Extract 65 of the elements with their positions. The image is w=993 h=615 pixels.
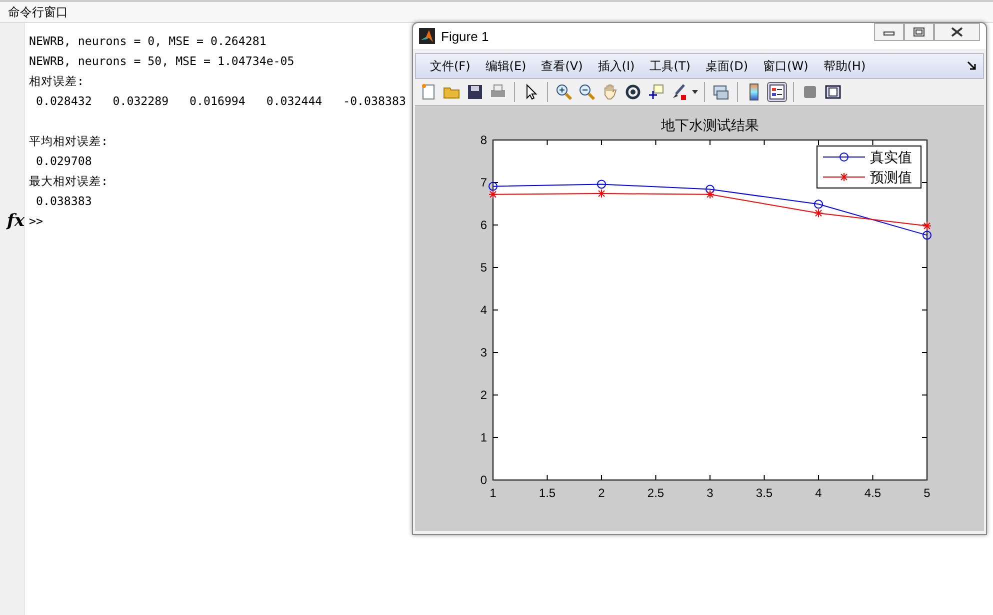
zoom-out-button[interactable] bbox=[577, 82, 597, 102]
circle-marker bbox=[488, 182, 498, 191]
function-icon[interactable]: fx bbox=[7, 211, 24, 231]
output-line: 平均相对误差: bbox=[29, 134, 108, 148]
chart-title: 地下水测试结果 bbox=[661, 117, 759, 133]
menu-item[interactable]: 工具(T) bbox=[644, 58, 700, 74]
output-line: 0.028432 0.032289 0.016994 0.032444 -0.038383 bbox=[34, 94, 406, 108]
caret-icon[interactable] bbox=[692, 90, 698, 94]
circle-marker bbox=[706, 184, 714, 194]
tick-label: 4 bbox=[815, 486, 822, 500]
menu-item[interactable]: 插入(I) bbox=[592, 58, 644, 74]
close-icon bbox=[951, 27, 963, 37]
dock-arrow-icon[interactable] bbox=[967, 61, 977, 71]
rotate-button[interactable] bbox=[623, 82, 643, 102]
menu-item[interactable]: 桌面(D) bbox=[699, 58, 758, 74]
panel-title: 命令行窗口 bbox=[8, 4, 68, 20]
output-line: 相对误差: bbox=[29, 74, 84, 88]
cross-marker bbox=[922, 221, 932, 230]
tick-label: 5 bbox=[480, 260, 487, 274]
output-line: NEWRB, neurons = 50, MSE = 1.04734e-05 bbox=[29, 54, 294, 68]
tick-label: 8 bbox=[480, 133, 487, 147]
save-button[interactable] bbox=[465, 82, 485, 102]
tick-label: 0 bbox=[480, 473, 487, 487]
legend-button[interactable] bbox=[767, 82, 787, 102]
circle-marker bbox=[597, 180, 606, 189]
tick-label: 4.5 bbox=[864, 486, 882, 500]
output-line: 最大相对误差: bbox=[29, 174, 108, 188]
data-cursor-button[interactable] bbox=[646, 82, 666, 102]
circle-marker bbox=[922, 230, 932, 240]
minimize-button[interactable] bbox=[874, 23, 904, 41]
command-prompt[interactable]: >> bbox=[29, 214, 43, 228]
circle-marker bbox=[814, 200, 823, 209]
tick-label: 7 bbox=[480, 176, 487, 190]
menu-item[interactable]: 帮助(H) bbox=[817, 58, 875, 74]
tick-label: 4 bbox=[480, 303, 487, 317]
cross-marker bbox=[488, 190, 498, 199]
tick-label: 2 bbox=[598, 486, 605, 500]
cross-marker bbox=[814, 208, 823, 218]
tick-label: 2 bbox=[480, 388, 487, 402]
tick-label: 3 bbox=[706, 486, 714, 500]
tick-label: 6 bbox=[480, 218, 487, 232]
menu-item[interactable]: 编辑(E) bbox=[479, 58, 536, 74]
tick-label: 3 bbox=[480, 346, 487, 360]
menu-item[interactable]: 文件(F) bbox=[424, 58, 480, 74]
legend-label: 预测值 bbox=[870, 169, 912, 185]
legend-label: 真实值 bbox=[870, 149, 912, 165]
output-line: 0.029708 bbox=[34, 154, 92, 168]
close-button[interactable] bbox=[934, 23, 980, 41]
tick-label: 2.5 bbox=[647, 486, 664, 500]
tick-label: 1 bbox=[490, 486, 496, 500]
window-title: Figure 1 bbox=[441, 28, 490, 44]
tick-label: 1 bbox=[480, 430, 487, 444]
output-line: NEWRB, neurons = 0, MSE = 0.264281 bbox=[29, 34, 266, 48]
tick-label: 1.5 bbox=[538, 486, 556, 500]
maximize-button[interactable] bbox=[904, 23, 934, 41]
cross-marker bbox=[597, 189, 606, 198]
app-logo-icon bbox=[419, 28, 435, 44]
cross-marker bbox=[706, 190, 714, 199]
tick-label: 5 bbox=[924, 486, 930, 500]
output-line: 0.038383 bbox=[34, 194, 92, 208]
zoom-in-button[interactable] bbox=[554, 82, 574, 102]
maximize-icon bbox=[913, 27, 925, 37]
menu-item[interactable]: 窗口(W) bbox=[757, 58, 818, 74]
menu-item[interactable]: 查看(V) bbox=[535, 58, 592, 74]
tick-label: 3.5 bbox=[756, 486, 773, 500]
